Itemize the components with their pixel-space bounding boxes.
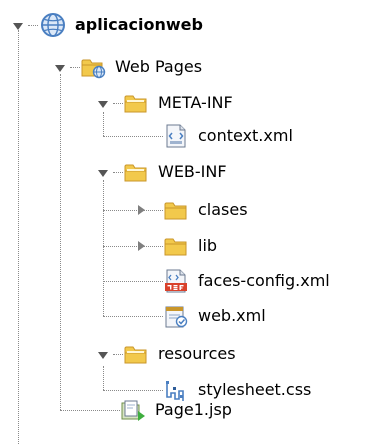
- collapse-toggle-icon[interactable]: [54, 62, 66, 74]
- tree-guide-line: [103, 210, 163, 211]
- tree-guide-line: [103, 180, 104, 316]
- folder-open-icon: [123, 90, 149, 116]
- project-tree: aplicacionweb Web Pages META-INF context…: [0, 0, 371, 444]
- tree-node-meta-inf[interactable]: META-INF: [123, 87, 233, 119]
- tree-guide-line: [60, 410, 120, 411]
- collapse-toggle-icon[interactable]: [12, 20, 24, 32]
- tree-node-label: WEB-INF: [158, 162, 227, 181]
- expand-toggle-icon[interactable]: [135, 204, 147, 216]
- tree-node-web-inf[interactable]: WEB-INF: [123, 156, 227, 188]
- tree-node-label: aplicacionweb: [75, 15, 203, 34]
- tree-guide-line: [103, 366, 104, 390]
- tree-guide-line: [103, 136, 163, 137]
- collapse-toggle-icon[interactable]: [97, 167, 109, 179]
- xml-file-icon: [163, 123, 189, 149]
- web-xml-file-icon: [163, 303, 189, 329]
- tree-guide-line: [28, 25, 38, 26]
- tree-guide-line: [18, 30, 19, 444]
- jsf-config-file-icon: [163, 268, 189, 294]
- tree-node-page1-jsp[interactable]: Page1.jsp: [120, 394, 232, 426]
- web-pages-folder-icon: [80, 54, 106, 80]
- tree-node-lib[interactable]: lib: [163, 230, 217, 262]
- tree-node-label: resources: [158, 344, 236, 363]
- tree-guide-line: [60, 74, 61, 410]
- tree-guide-line: [103, 390, 163, 391]
- tree-guide-line: [113, 354, 123, 355]
- tree-node-label: META-INF: [158, 93, 233, 112]
- tree-node-context-xml[interactable]: context.xml: [163, 120, 293, 152]
- tree-node-label: faces-config.xml: [198, 271, 330, 290]
- tree-guide-line: [113, 172, 123, 173]
- folder-open-icon: [123, 159, 149, 185]
- tree-node-label: context.xml: [198, 126, 293, 145]
- folder-icon: [163, 197, 189, 223]
- expand-toggle-icon[interactable]: [135, 240, 147, 252]
- tree-guide-line: [103, 112, 104, 136]
- tree-node-web-pages[interactable]: Web Pages: [80, 51, 202, 83]
- tree-node-resources[interactable]: resources: [123, 338, 236, 370]
- tree-node-label: web.xml: [198, 306, 266, 325]
- tree-node-aplicacionweb[interactable]: aplicacionweb: [40, 9, 203, 41]
- collapse-toggle-icon[interactable]: [97, 349, 109, 361]
- folder-open-icon: [123, 341, 149, 367]
- tree-node-label: lib: [198, 236, 218, 255]
- tree-guide-line: [113, 103, 123, 104]
- tree-node-clases[interactable]: clases: [163, 194, 248, 226]
- tree-guide-line: [70, 67, 80, 68]
- jsp-page-icon: [120, 397, 146, 423]
- tree-node-label: clases: [198, 200, 248, 219]
- tree-guide-line: [103, 316, 163, 317]
- globe-icon: [40, 12, 66, 38]
- tree-guide-line: [103, 281, 163, 282]
- tree-node-web-xml[interactable]: web.xml: [163, 300, 266, 332]
- tree-guide-line: [103, 246, 163, 247]
- tree-node-label: Web Pages: [115, 57, 203, 76]
- collapse-toggle-icon[interactable]: [97, 98, 109, 110]
- folder-icon: [163, 233, 189, 259]
- tree-node-faces-config-xml[interactable]: faces-config.xml: [163, 265, 330, 297]
- tree-node-label: Page1.jsp: [155, 400, 232, 419]
